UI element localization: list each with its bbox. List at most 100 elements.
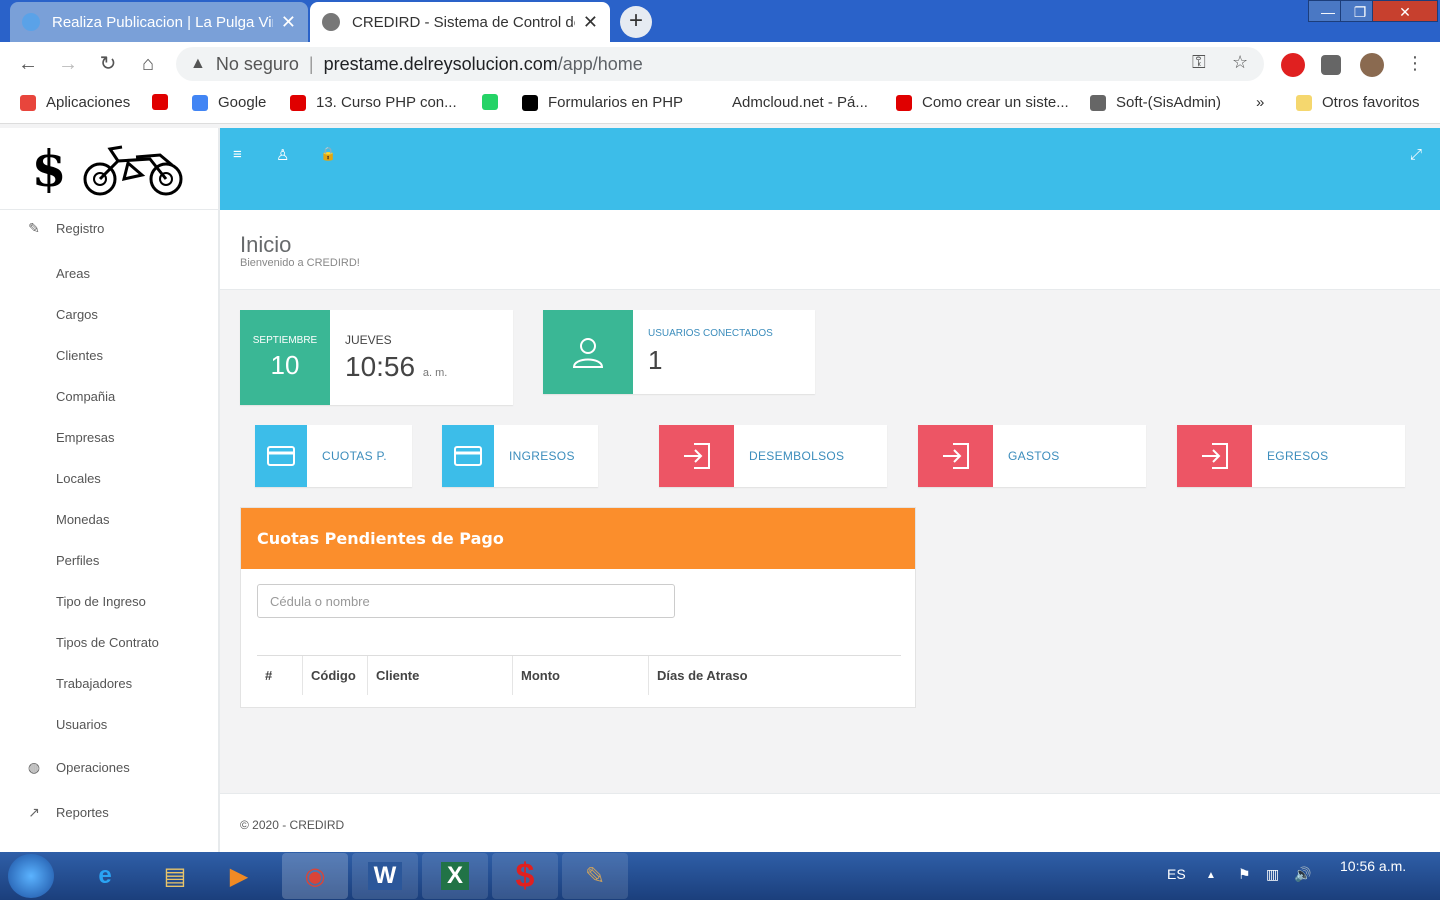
globe-icon [322, 13, 340, 31]
sidebar-subitem-compania[interactable]: Compañia [56, 389, 115, 404]
taskbar-ie-icon[interactable]: e [72, 853, 138, 899]
users-content: USUARIOS CONECTADOS 1 [633, 310, 773, 394]
users-connected-count: 1 [648, 345, 663, 375]
credit-card-icon [442, 425, 494, 487]
taskbar-chrome-icon[interactable]: ◉ [282, 853, 348, 899]
page-footer: © 2020 - CREDIRD [220, 793, 1440, 852]
favicon-icon [22, 13, 40, 31]
weekday-label: JUEVES [345, 332, 392, 347]
sidebar-subitem-tipo-ingreso[interactable]: Tipo de Ingreso [56, 594, 146, 609]
taskbar-excel-icon[interactable]: X [422, 853, 488, 899]
user-icon[interactable]: ♙ [276, 146, 289, 164]
lock-icon[interactable]: 🔒 [320, 146, 336, 162]
desembolsos-button[interactable]: DESEMBOLSOS [659, 425, 887, 487]
column-header-codigo[interactable]: Código [303, 656, 368, 695]
new-tab-button[interactable]: + [620, 6, 652, 38]
sidebar-subitem-usuarios[interactable]: Usuarios [56, 717, 107, 732]
panel-title: Cuotas Pendientes de Pago [241, 508, 915, 569]
network-signal-icon[interactable]: ▥ [1266, 866, 1279, 883]
action-center-flag-icon[interactable]: ⚑ [1238, 866, 1251, 883]
home-button[interactable]: ⌂ [136, 52, 160, 76]
taskbar-credird-icon[interactable]: $ [492, 853, 558, 899]
fullscreen-icon[interactable]: ⤢ [1410, 146, 1422, 163]
back-button[interactable]: ← [16, 52, 40, 76]
sign-in-icon [1177, 425, 1252, 487]
globe-icon [1090, 94, 1106, 111]
profile-avatar[interactable] [1360, 53, 1384, 77]
sidebar-item-label: Registro [56, 221, 105, 236]
show-hidden-icons-icon[interactable]: ▲ [1206, 870, 1216, 881]
clock-time: 10:56 a. m. [345, 350, 448, 382]
taskbar-media-player-icon[interactable]: ▶ [206, 853, 272, 899]
gastos-label: GASTOS [1008, 449, 1060, 463]
sidebar-item-operaciones[interactable]: ◍ Operaciones [0, 759, 218, 776]
sidebar-subitem-areas[interactable]: Areas [56, 266, 90, 281]
sidebar-subitem-locales[interactable]: Locales [56, 471, 101, 486]
bookmark-admcloud[interactable]: Admcloud.net - Pá... [706, 94, 868, 111]
omnibox-separator: | [308, 53, 314, 74]
taskbar-paint-icon[interactable]: ✎ [562, 853, 628, 899]
tab-credird[interactable]: CREDIRD - Sistema de Control de Préstamo… [310, 2, 610, 42]
bookmark-apps[interactable]: Aplicaciones [20, 94, 130, 111]
sidebar-subitem-monedas[interactable]: Monedas [56, 512, 109, 527]
bookmark-google[interactable]: Google [192, 94, 266, 111]
ingresos-button[interactable]: INGRESOS [442, 425, 598, 487]
sidebar-item-label: Reportes [56, 805, 109, 820]
other-bookmarks-folder[interactable]: Otros favoritos [1296, 94, 1420, 111]
chrome-menu-icon[interactable]: ⋮ [1406, 53, 1424, 74]
volume-icon[interactable]: 🔊 [1294, 866, 1311, 883]
user-outline-icon [543, 310, 633, 394]
star-icon[interactable]: ☆ [1232, 52, 1248, 73]
bookmark-curso-php[interactable]: 13. Curso PHP con... [290, 94, 457, 111]
column-header-cliente[interactable]: Cliente [368, 656, 513, 695]
gastos-button[interactable]: GASTOS [918, 425, 1146, 487]
sidebar-subitem-tipos-contrato[interactable]: Tipos de Contrato [56, 635, 159, 650]
bookmark-youtube[interactable] [152, 94, 178, 110]
sidebar-item-registro[interactable]: ✎ Registro [0, 220, 218, 237]
start-button[interactable] [8, 854, 54, 898]
taskbar-explorer-icon[interactable]: ▤ [142, 853, 208, 899]
warning-icon[interactable]: ▲ [190, 55, 206, 73]
apps-grid-icon [20, 94, 36, 111]
sidebar-subitem-perfiles[interactable]: Perfiles [56, 553, 99, 568]
extensions-puzzle-icon[interactable] [1321, 55, 1341, 75]
blank-page-icon [706, 94, 722, 111]
search-input[interactable] [257, 584, 675, 618]
sidebar-subitem-empresas[interactable]: Empresas [56, 430, 115, 445]
close-window-button[interactable]: ✕ [1372, 0, 1438, 22]
hamburger-menu-icon[interactable]: ≡ [233, 146, 242, 163]
calendar-day: 10 [270, 349, 300, 380]
users-connected-label: USUARIOS CONECTADOS [648, 328, 773, 339]
bookmark-soft-sisadmin[interactable]: Soft-(SisAdmin) [1090, 94, 1221, 111]
cuotas-pendientes-panel: Cuotas Pendientes de Pago # Código Clien… [240, 507, 916, 708]
column-header-dias-atraso[interactable]: Días de Atraso [649, 656, 901, 695]
tab-close-icon[interactable]: ✕ [281, 12, 296, 33]
browser-tabstrip: Realiza Publicacion | La Pulga Virtual ✕… [0, 0, 1440, 42]
forward-button[interactable]: → [56, 52, 80, 76]
tab-title: CREDIRD - Sistema de Control de Préstamo… [352, 13, 575, 31]
bookmark-como-crear[interactable]: Como crear un siste... [896, 94, 1069, 111]
cuotas-p-button[interactable]: CUOTAS P. [255, 425, 412, 487]
sidebar-subitem-trabajadores[interactable]: Trabajadores [56, 676, 132, 691]
column-header-number[interactable]: # [257, 656, 303, 695]
adblock-extension-icon[interactable] [1281, 53, 1305, 77]
bookmarks-more-button[interactable]: » [1256, 94, 1264, 111]
taskbar-clock[interactable]: 10:56 a.m. [1340, 858, 1406, 874]
bookmark-formularios-php[interactable]: Formularios en PHP [522, 94, 683, 111]
language-indicator[interactable]: ES [1167, 866, 1186, 882]
tab-la-pulga[interactable]: Realiza Publicacion | La Pulga Virtual ✕ [10, 2, 308, 42]
reload-button[interactable]: ↻ [96, 52, 120, 76]
address-bar[interactable]: ▲ No seguro | prestame.delreysolucion.co… [176, 47, 1264, 81]
bookmark-whatsapp[interactable] [482, 94, 508, 110]
sidebar-subitem-clientes[interactable]: Clientes [56, 348, 103, 363]
egresos-button[interactable]: EGRESOS [1177, 425, 1405, 487]
taskbar-word-icon[interactable]: W [352, 853, 418, 899]
tab-close-icon[interactable]: ✕ [583, 12, 598, 33]
key-icon[interactable]: ⚿ [1192, 52, 1206, 73]
youtube-icon [290, 94, 306, 111]
sidebar-item-reportes[interactable]: ↗ Reportes [0, 804, 218, 821]
app-logo[interactable]: $ [0, 128, 218, 210]
column-header-monto[interactable]: Monto [513, 656, 649, 695]
sidebar-subitem-cargos[interactable]: Cargos [56, 307, 98, 322]
url-path: /app/home [557, 53, 643, 74]
